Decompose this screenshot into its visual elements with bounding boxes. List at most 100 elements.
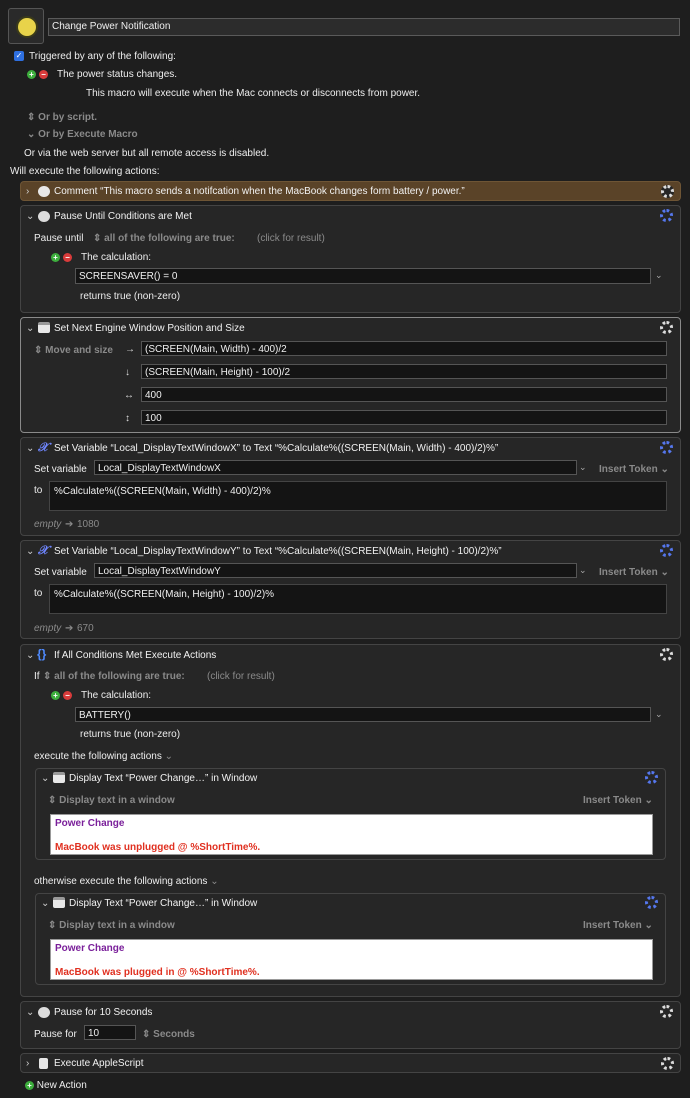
gear-icon[interactable] — [660, 441, 673, 454]
add-condition-icon[interactable]: + — [51, 253, 60, 262]
comment-icon — [38, 186, 50, 197]
pause-for-label: Pause for — [34, 1029, 77, 1040]
gear-icon[interactable] — [660, 648, 673, 661]
collapse-chevron-icon[interactable]: ⌄ — [26, 546, 34, 557]
if-conditions-action[interactable]: ⌄ {} If All Conditions Met Execute Actio… — [20, 644, 681, 997]
action-title: Execute AppleScript — [54, 1058, 144, 1069]
gear-icon[interactable] — [660, 1005, 673, 1018]
set-variable-y-action[interactable]: ⌄ 𝒳 Set Variable “Local_DisplayTextWindo… — [20, 540, 681, 639]
text-line-title: Power Change — [55, 943, 125, 954]
calculation-field[interactable]: SCREENSAVER() = 0 — [75, 268, 651, 284]
triggers-checkbox[interactable]: ✓ — [14, 51, 24, 61]
text-line-title: Power Change — [55, 818, 125, 829]
height-field[interactable]: 100 — [141, 410, 667, 425]
calc-label: The calculation: — [81, 690, 152, 701]
or-by-execute-macro[interactable]: ⌄ Or by Execute Macro — [27, 129, 138, 140]
width-field[interactable]: 400 — [141, 387, 667, 402]
pause-for-action[interactable]: ⌄ Pause for 10 Seconds Pause for 10 ⇕ Se… — [20, 1001, 681, 1049]
document-icon — [39, 1058, 48, 1069]
display-text-plugged-action[interactable]: ⌄ Display Text “Power Change…” in Window… — [35, 893, 666, 985]
triggers-header: Triggered by any of the following: — [29, 51, 176, 62]
collapse-chevron-icon[interactable]: ⌄ — [41, 898, 49, 909]
display-text-field[interactable]: Power Change MacBook was unplugged @ %Sh… — [50, 814, 653, 855]
click-for-result[interactable]: (click for result) — [207, 671, 275, 682]
seconds-field[interactable]: 10 — [84, 1025, 136, 1040]
applescript-action[interactable]: › Execute AppleScript — [20, 1053, 681, 1073]
condition-mode-popup[interactable]: ⇕ all of the following are true: — [43, 671, 185, 682]
collapse-chevron-icon[interactable]: ⌄ — [26, 443, 34, 454]
comment-action[interactable]: › Comment “This macro sends a notifcatio… — [20, 181, 681, 201]
window-position-action[interactable]: ⌄ Set Next Engine Window Position and Si… — [20, 317, 681, 433]
add-trigger-icon[interactable]: + — [27, 70, 36, 79]
gear-icon[interactable] — [645, 896, 658, 909]
set-variable-x-action[interactable]: ⌄ 𝒳 Set Variable “Local_DisplayTextWindo… — [20, 437, 681, 536]
returns-text: returns true (non-zero) — [80, 729, 181, 740]
collapse-chevron-icon[interactable]: ⌄ — [26, 650, 34, 661]
else-label[interactable]: otherwise execute the following actions … — [34, 876, 219, 887]
click-for-result[interactable]: (click for result) — [257, 233, 325, 244]
y-position-field[interactable]: (SCREEN(Main, Height) - 100)/2 — [141, 364, 667, 379]
window-icon — [53, 897, 65, 908]
variable-name-field[interactable]: Local_DisplayTextWindowX — [94, 460, 577, 475]
insert-token-menu[interactable]: Insert Token ⌄ — [583, 795, 653, 806]
chevron-down-icon[interactable]: ⌄ — [655, 709, 663, 720]
lightning-icon — [16, 16, 38, 38]
window-icon — [53, 772, 65, 783]
new-action-button[interactable]: + New Action — [25, 1080, 87, 1091]
text-line-message: MacBook was unplugged @ %ShortTime%. — [55, 842, 261, 853]
or-by-script[interactable]: ⇕ Or by script. — [27, 112, 97, 123]
unit-popup[interactable]: ⇕ Seconds — [142, 1029, 195, 1040]
condition-mode-popup[interactable]: ⇕ all of the following are true: — [93, 233, 235, 244]
text-field[interactable]: %Calculate%((SCREEN(Main, Width) - 400)/… — [49, 481, 667, 511]
gear-icon[interactable] — [660, 209, 673, 222]
collapse-chevron-icon[interactable]: ⌄ — [26, 323, 34, 334]
gear-icon[interactable] — [645, 771, 658, 784]
gear-icon[interactable] — [660, 544, 673, 557]
calculation-field[interactable]: BATTERY() — [75, 707, 651, 722]
chevron-down-icon[interactable]: ⌄ — [579, 462, 587, 473]
macro-name-field[interactable]: Change Power Notification — [48, 18, 680, 36]
chevron-down-icon[interactable]: ⌄ — [655, 270, 663, 281]
remove-condition-icon[interactable]: − — [63, 691, 72, 700]
braces-icon: {} — [37, 647, 47, 661]
macro-icon[interactable] — [8, 8, 44, 44]
text-line-message: MacBook was plugged in @ %ShortTime%. — [55, 967, 260, 978]
variable-icon: 𝒳 — [38, 543, 49, 557]
x-position-field[interactable]: (SCREEN(Main, Width) - 400)/2 — [141, 341, 667, 356]
pause-until-action[interactable]: ⌄ Pause Until Conditions are Met Pause u… — [20, 205, 681, 313]
trigger-label: The power status changes. — [57, 69, 178, 80]
remove-trigger-icon[interactable]: − — [39, 70, 48, 79]
action-title: Set Next Engine Window Position and Size — [54, 323, 245, 334]
variable-name-field[interactable]: Local_DisplayTextWindowY — [94, 563, 577, 578]
expand-chevron-icon[interactable]: › — [26, 186, 29, 197]
insert-token-menu[interactable]: Insert Token ⌄ — [599, 464, 669, 475]
remove-condition-icon[interactable]: − — [63, 253, 72, 262]
down-arrow-icon: ↓ — [125, 367, 130, 378]
actions-header: Will execute the following actions: — [10, 166, 160, 177]
add-condition-icon[interactable]: + — [51, 691, 60, 700]
if-label: If — [34, 671, 40, 682]
display-mode-popup[interactable]: ⇕ Display text in a window — [48, 920, 175, 931]
set-variable-label: Set variable — [34, 567, 87, 578]
action-title: Display Text “Power Change…” in Window — [69, 898, 258, 909]
collapse-chevron-icon[interactable]: ⌄ — [41, 773, 49, 784]
gear-icon[interactable] — [661, 1057, 674, 1070]
insert-token-menu[interactable]: Insert Token ⌄ — [583, 920, 653, 931]
chevron-down-icon[interactable]: ⌄ — [579, 565, 587, 576]
then-label[interactable]: execute the following actions ⌄ — [34, 751, 173, 762]
gear-icon[interactable] — [661, 185, 674, 198]
display-text-unplugged-action[interactable]: ⌄ Display Text “Power Change…” in Window… — [35, 768, 666, 860]
pause-until-label: Pause until — [34, 233, 84, 244]
display-mode-popup[interactable]: ⇕ Display text in a window — [48, 795, 175, 806]
text-field[interactable]: %Calculate%((SCREEN(Main, Height) - 100)… — [49, 584, 667, 614]
display-text-field[interactable]: Power Change MacBook was plugged in @ %S… — [50, 939, 653, 980]
move-size-popup[interactable]: ⇕ Move and size — [34, 345, 113, 356]
expand-chevron-icon[interactable]: › — [26, 1058, 29, 1069]
collapse-chevron-icon[interactable]: ⌄ — [26, 1007, 34, 1018]
insert-token-menu[interactable]: Insert Token ⌄ — [599, 567, 669, 578]
collapse-chevron-icon[interactable]: ⌄ — [26, 211, 34, 222]
window-icon — [38, 322, 50, 333]
height-arrow-icon: ↕ — [125, 413, 130, 424]
gear-icon[interactable] — [660, 321, 673, 334]
to-label: to — [34, 485, 43, 496]
